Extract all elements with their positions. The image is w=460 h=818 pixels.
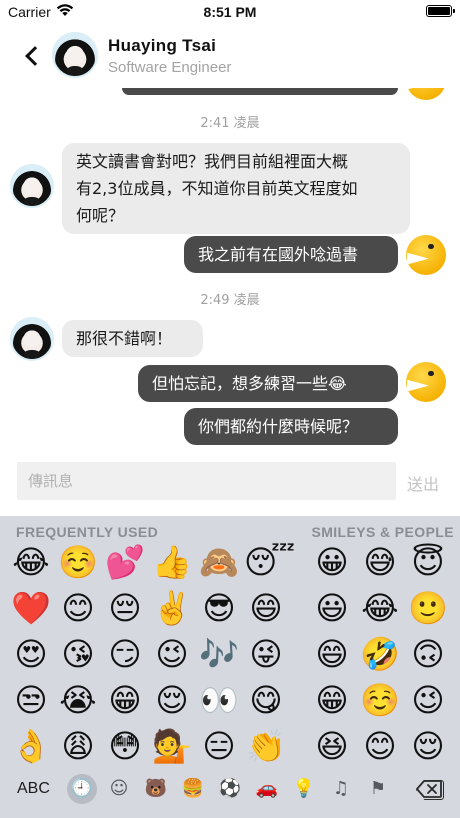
smiley-emoji[interactable]: 😌: [406, 724, 450, 768]
my-avatar: [406, 235, 446, 275]
smiley-emoji[interactable]: 🙂: [406, 586, 450, 630]
message-line: 但怕忘記，想多練習一些😂: [152, 374, 347, 393]
frequent-emoji[interactable]: 👌: [9, 724, 53, 768]
smiley-emoji[interactable]: 😂: [358, 586, 402, 630]
chat-header: Huaying Tsai Software Engineer: [0, 24, 460, 88]
outgoing-message: 你們都約什麼時候呢？: [184, 408, 398, 445]
timestamp: 2:41 凌晨: [200, 116, 260, 131]
frequent-emoji[interactable]: 😋: [244, 678, 288, 722]
frequent-emoji[interactable]: 🙈: [197, 540, 241, 584]
my-avatar: [406, 362, 446, 402]
car-icon[interactable]: 🚗: [252, 774, 282, 804]
message-line: 何呢？: [76, 206, 125, 225]
frequent-emoji[interactable]: 👏: [244, 724, 288, 768]
frequent-emoji[interactable]: 😳: [103, 724, 147, 768]
abc-button[interactable]: ABC: [17, 780, 50, 798]
frequent-emoji[interactable]: 😎: [197, 586, 241, 630]
food-icon[interactable]: 🍔: [178, 774, 208, 804]
frequent-emoji[interactable]: 💕: [103, 540, 147, 584]
smiley-emoji[interactable]: 😀: [310, 540, 354, 584]
frequent-emoji[interactable]: 😑: [197, 724, 241, 768]
ball-icon[interactable]: ⚽: [215, 774, 245, 804]
contact-avatar[interactable]: [52, 32, 98, 78]
back-chevron-icon[interactable]: [22, 42, 44, 68]
frequent-emoji[interactable]: 😁: [103, 678, 147, 722]
frequent-emoji[interactable]: 😉: [150, 632, 194, 676]
clock: 8:51 PM: [203, 4, 257, 20]
frequent-emoji[interactable]: 🎶: [197, 632, 241, 676]
frequent-emoji[interactable]: 😊: [56, 586, 100, 630]
frequent-emoji[interactable]: 😜: [244, 632, 288, 676]
contact-title: Software Engineer: [108, 59, 232, 76]
incoming-message: 那很不錯啊！: [62, 320, 203, 357]
delete-key-icon[interactable]: [416, 780, 442, 798]
recent-clock-icon[interactable]: 🕘: [67, 774, 97, 804]
smiley-emoji[interactable]: 😄: [310, 632, 354, 676]
smiley-emoji[interactable]: 😊: [358, 724, 402, 768]
animal-icon[interactable]: 🐻: [141, 774, 171, 804]
frequent-emoji[interactable]: 😒: [9, 678, 53, 722]
frequent-emoji[interactable]: 😔: [103, 586, 147, 630]
composer: 送出: [0, 460, 460, 516]
frequent-emoji[interactable]: 😄: [244, 586, 288, 630]
timestamp: 2:49 凌晨: [200, 293, 260, 308]
frequent-emoji[interactable]: 👍: [150, 540, 194, 584]
frequent-emoji[interactable]: 😴: [244, 540, 295, 584]
frequent-emoji[interactable]: 😏: [103, 632, 147, 676]
smiley-emoji[interactable]: 🙃: [406, 632, 450, 676]
outgoing-message: 我之前有在國外唸過書: [184, 236, 398, 273]
frequent-emoji[interactable]: 😘: [56, 632, 100, 676]
emoji-keyboard: FREQUENTLY USED SMILEYS & PEOPLE 😂 ☺️ 💕 👍 🙈 😴…: [0, 516, 460, 818]
contact-message-avatar[interactable]: [10, 164, 54, 208]
status-bar: Carrier 8:51 PM: [0, 0, 460, 24]
smiley-emoji[interactable]: 😁: [310, 678, 354, 722]
frequent-emoji[interactable]: 😂: [9, 540, 53, 584]
send-button[interactable]: 送出: [407, 471, 439, 495]
smiley-emoji[interactable]: 😃: [310, 586, 354, 630]
contact-message-avatar[interactable]: [10, 317, 54, 361]
smiley-emoji[interactable]: ☺️: [358, 678, 402, 722]
frequent-emoji[interactable]: 👀: [197, 678, 241, 722]
frequent-emoji[interactable]: ❤️: [9, 586, 53, 630]
smiley-emoji[interactable]: 😉: [406, 678, 450, 722]
message-input[interactable]: [17, 462, 396, 500]
message-line: 那很不錯啊！: [76, 329, 173, 348]
my-avatar: [406, 88, 446, 100]
smiley-emoji[interactable]: 🤣: [358, 632, 402, 676]
frequent-emoji[interactable]: ☺️: [56, 540, 100, 584]
incoming-message: 英文讀書會對吧？我們目前組裡面大概 有2,3位成員，不知道你目前英文程度如 何呢…: [62, 143, 410, 234]
message-line: 英文讀書會對吧？我們目前組裡面大概: [76, 152, 349, 171]
frequent-emoji[interactable]: ✌️: [150, 586, 194, 630]
frequent-emoji[interactable]: 😍: [9, 632, 53, 676]
battery-icon: [426, 5, 455, 17]
contact-name: Huaying Tsai: [108, 36, 217, 55]
smiley-icon[interactable]: ☺: [104, 774, 134, 804]
frequent-emoji[interactable]: 😩: [56, 724, 100, 768]
flag-icon[interactable]: ⚑: [363, 774, 393, 804]
frequent-emoji[interactable]: 😭: [56, 678, 100, 722]
message-list[interactable]: 2:41 凌晨 英文讀書會對吧？我們目前組裡面大概 有2,3位成員，不知道你目前…: [0, 88, 460, 460]
frequently-used-label: FREQUENTLY USED: [16, 524, 159, 540]
frequent-emoji[interactable]: 💁: [150, 724, 194, 768]
message-line: 你們都約什麼時候呢？: [198, 417, 359, 436]
symbols-icon[interactable]: ♫: [326, 774, 356, 804]
lightbulb-icon[interactable]: 💡: [289, 774, 319, 804]
previous-message-bubble: [122, 88, 398, 95]
smiley-emoji[interactable]: 😆: [310, 724, 354, 768]
outgoing-message: 但怕忘記，想多練習一些😂: [138, 365, 398, 402]
message-line: 我之前有在國外唸過書: [198, 245, 359, 264]
keyboard-category-bar: ABC 🕘 ☺ 🐻 🍔 ⚽ 🚗 💡 ♫ ⚑: [0, 770, 460, 810]
smiley-emoji[interactable]: 😅: [358, 540, 402, 584]
message-line: 有2,3位成員，不知道你目前英文程度如: [76, 179, 358, 198]
smileys-people-label: SMILEYS & PEOPLE: [311, 524, 454, 540]
smiley-emoji[interactable]: 😇: [406, 540, 450, 584]
frequent-emoji[interactable]: 😌: [150, 678, 194, 722]
